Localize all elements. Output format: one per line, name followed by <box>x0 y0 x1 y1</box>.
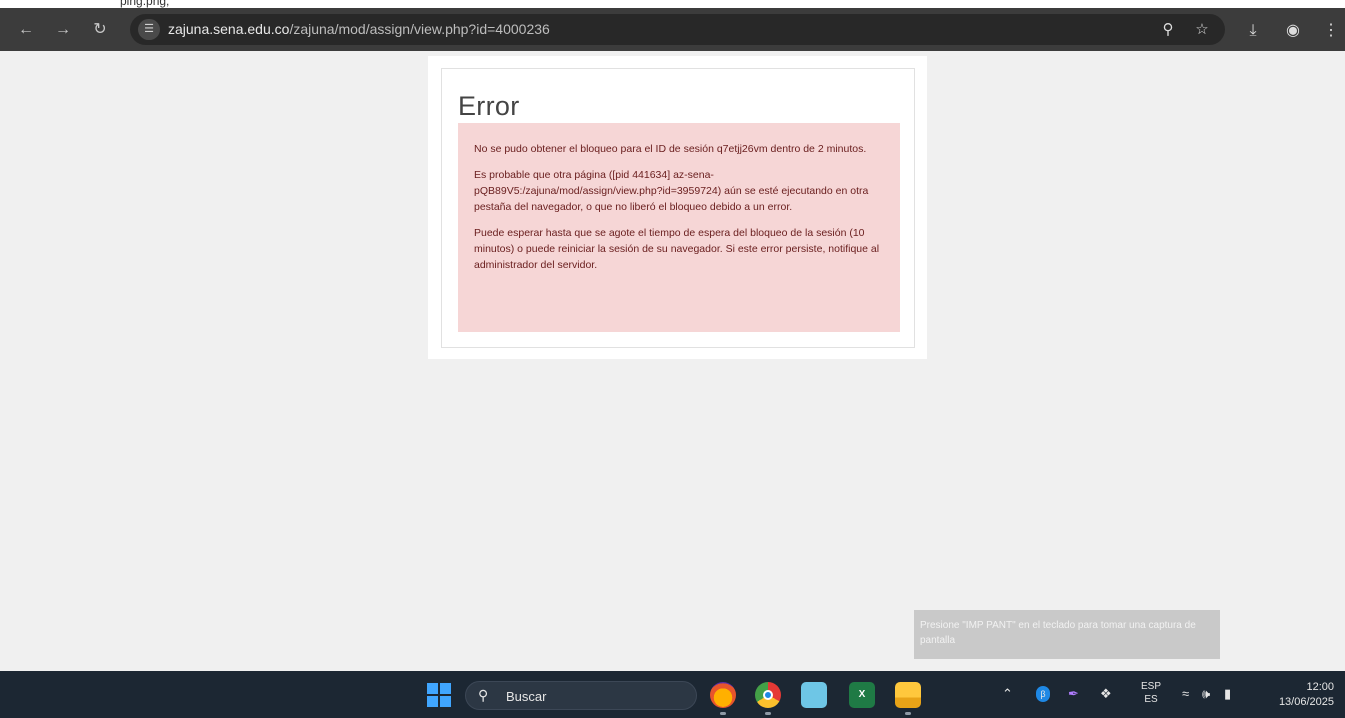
firefox-icon[interactable] <box>710 682 736 715</box>
chrome-icon[interactable] <box>755 682 781 715</box>
bluetooth-icon[interactable]: β <box>1036 686 1050 702</box>
address-bar[interactable]: ☰ zajuna.sena.edu.co/zajuna/mod/assign/v… <box>130 14 1225 45</box>
lang-top: ESP <box>1141 681 1162 692</box>
pen-icon[interactable]: ✒ <box>1068 686 1079 702</box>
error-alert: No se pudo obtener el bloqueo para el ID… <box>458 123 900 332</box>
browser-toolbar: ← → ↻ ☰ zajuna.sena.edu.co/zajuna/mod/as… <box>0 8 1345 51</box>
page-title: Error <box>458 91 520 121</box>
back-arrow-icon[interactable]: ← <box>16 20 36 40</box>
clock-date: 13/06/2025 <box>1278 696 1334 708</box>
search-label: Buscar <box>506 689 547 704</box>
url-text[interactable]: zajuna.sena.edu.co/zajuna/mod/assign/vie… <box>168 21 550 37</box>
windows-start-icon[interactable] <box>427 683 451 707</box>
url-host: zajuna.sena.edu.co <box>168 21 290 37</box>
clock[interactable]: 12:00 13/06/2025 <box>1262 680 1334 710</box>
reload-icon[interactable]: ↻ <box>90 20 110 40</box>
error-message-2: Es probable que otra página ([pid 441634… <box>474 169 869 213</box>
wifi-icon[interactable]: ≈ <box>1182 686 1189 702</box>
show-hidden-icons-icon[interactable]: ⌃ <box>1002 686 1013 702</box>
battery-icon[interactable]: ▮ <box>1224 686 1231 702</box>
zoom-icon[interactable]: ⚲ <box>1158 20 1178 40</box>
screenshot-toast: Presione "IMP PANT" en el teclado para t… <box>914 610 1220 659</box>
taskbar-search[interactable]: ⚲ Buscar <box>465 681 697 710</box>
photos-icon[interactable] <box>801 682 827 708</box>
forward-arrow-icon[interactable]: → <box>53 20 73 40</box>
menu-kebab-icon[interactable]: ⋮ <box>1320 20 1342 42</box>
clock-time: 12:00 <box>1306 681 1334 693</box>
excel-icon[interactable]: X <box>849 682 875 708</box>
error-message-1: No se pudo obtener el bloqueo para el ID… <box>474 143 867 155</box>
page-content: Error No se pudo obtener el bloqueo para… <box>0 51 1345 671</box>
cut-off-tab-text: ping.png, <box>120 0 170 8</box>
download-icon[interactable]: ⤓ <box>1242 20 1264 42</box>
profile-icon[interactable]: ◉ <box>1282 20 1304 42</box>
lang-bottom: ES <box>1144 694 1158 705</box>
error-box: Error No se pudo obtener el bloqueo para… <box>441 68 915 348</box>
bookmark-star-icon[interactable]: ☆ <box>1192 20 1212 40</box>
search-icon: ⚲ <box>478 687 489 703</box>
error-message-3: Puede esperar hasta que se agote el tiem… <box>474 227 880 271</box>
language-indicator[interactable]: ESP ES <box>1141 680 1161 706</box>
volume-icon[interactable]: 🕪 <box>1202 686 1210 702</box>
windows-taskbar: ⚲ Buscar X ⌃ β ✒ ❖ ESP ES ≈ 🕪 ▮ 12:00 13… <box>0 671 1345 718</box>
file-explorer-icon[interactable] <box>895 682 921 715</box>
dropbox-icon[interactable]: ❖ <box>1100 686 1112 702</box>
url-path: /zajuna/mod/assign/view.php?id=4000236 <box>289 21 550 37</box>
site-settings-icon[interactable]: ☰ <box>138 19 160 40</box>
error-card: Error No se pudo obtener el bloqueo para… <box>428 56 927 359</box>
browser-top-strip: ping.png, <box>0 0 1345 8</box>
